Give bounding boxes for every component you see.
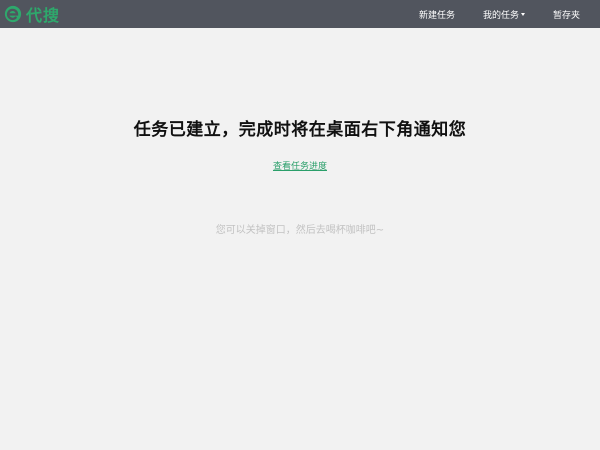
nav-links: 新建任务 我的任务 暂存夹 <box>391 0 600 28</box>
brand-name: 代搜 <box>26 6 61 25</box>
top-navbar: 代搜 新建任务 我的任务 暂存夹 <box>0 0 600 28</box>
main-content: 任务已建立，完成时将在桌面右下角通知您 查看任务进度 您可以关掉窗口，然后去喝杯… <box>0 28 600 450</box>
view-progress-link[interactable]: 查看任务进度 <box>0 159 600 172</box>
e-leaf-logo-icon <box>4 5 22 23</box>
nav-new-task-label: 新建任务 <box>418 10 455 21</box>
page-title: 任务已建立，完成时将在桌面右下角通知您 <box>133 120 467 140</box>
nav-my-tasks[interactable]: 我的任务 <box>483 8 525 21</box>
brand-logo[interactable]: 代搜 <box>0 0 60 28</box>
nav-new-task[interactable]: 新建任务 <box>419 8 455 21</box>
nav-my-tasks-label: 我的任务 <box>482 10 519 21</box>
hint-text: 您可以关掉窗口，然后去喝杯咖啡吧~ <box>215 225 385 236</box>
chevron-down-icon <box>520 12 525 16</box>
nav-staging[interactable]: 暂存夹 <box>553 8 580 21</box>
nav-staging-label: 暂存夹 <box>552 10 580 21</box>
